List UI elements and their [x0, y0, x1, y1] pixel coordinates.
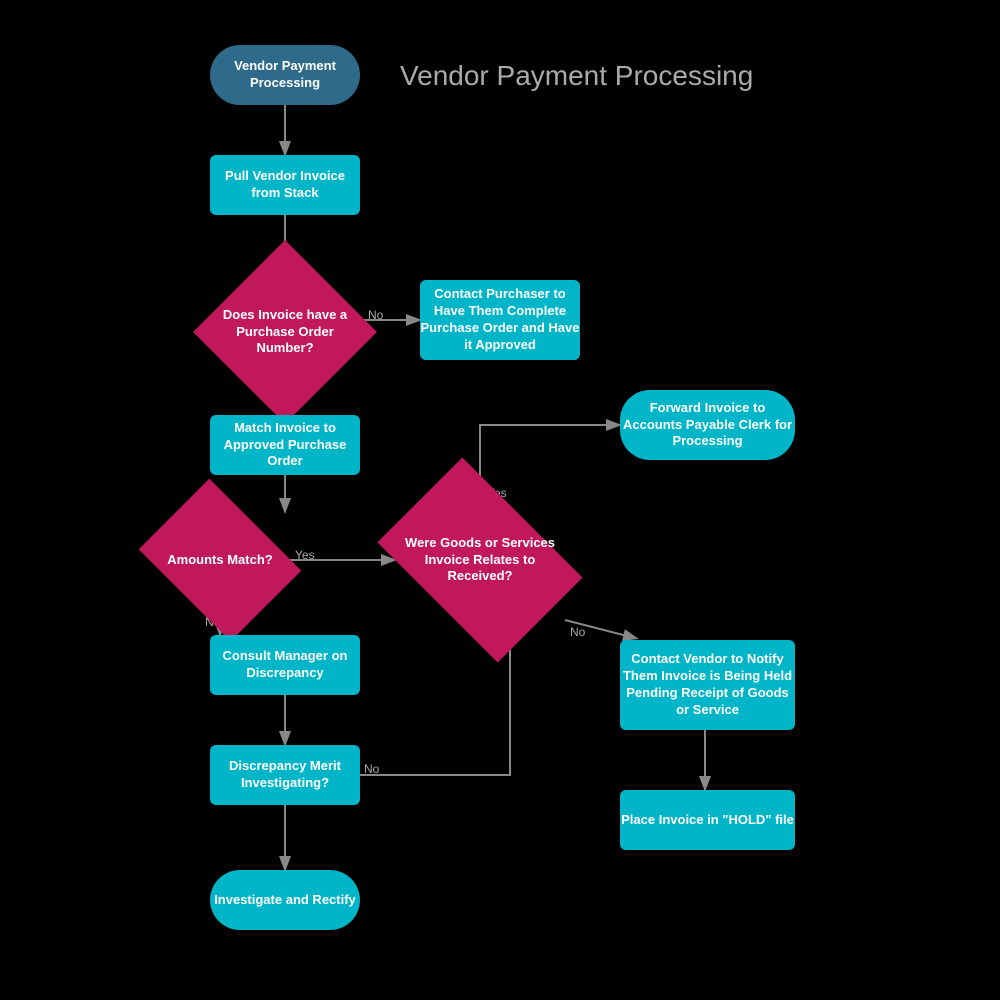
has-po-node: Does Invoice have a Purchase Order Numbe…	[193, 240, 377, 424]
consult-manager-node: Consult Manager on Discrepancy	[210, 635, 360, 695]
pull-invoice-node: Pull Vendor Invoice from Stack	[210, 155, 360, 215]
investigate-node: Investigate and Rectify	[210, 870, 360, 930]
forward-invoice-node: Forward Invoice to Accounts Payable Cler…	[620, 390, 795, 460]
label-yes2: Yes	[295, 548, 315, 562]
contact-purchaser-node: Contact Purchaser to Have Them Complete …	[420, 280, 580, 360]
discrepancy-merit-node: Discrepancy Merit Investigating?	[210, 745, 360, 805]
label-no1: No	[368, 308, 383, 322]
label-no4: No	[364, 762, 379, 776]
contact-vendor-node: Contact Vendor to Notify Them Invoice is…	[620, 640, 795, 730]
page-title: Vendor Payment Processing	[400, 60, 753, 92]
amounts-match-node: Amounts Match?	[139, 479, 302, 642]
hold-file-node: Place Invoice in "HOLD" file	[620, 790, 795, 850]
start-node: Vendor Payment Processing	[210, 45, 360, 105]
label-no3: No	[570, 625, 585, 639]
match-invoice-node: Match Invoice to Approved Purchase Order	[210, 415, 360, 475]
goods-received-node: Were Goods or Services Invoice Relates t…	[377, 457, 582, 662]
